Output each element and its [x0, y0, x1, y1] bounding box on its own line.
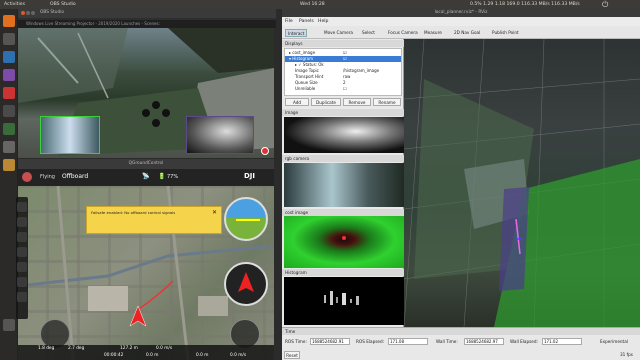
depth-thumbnail [186, 116, 254, 154]
pause-icon[interactable] [17, 262, 27, 272]
attitude-indicator [224, 197, 268, 241]
wall-elapsed-label: Wall Elapsed: [510, 339, 538, 344]
menu-file[interactable]: File [285, 17, 293, 26]
qgc-titlebar: QGroundControl [18, 159, 274, 169]
obs-icon[interactable] [3, 69, 15, 81]
qgc-tool-strip [16, 197, 28, 319]
app-icon[interactable] [3, 159, 15, 171]
status-rel-alt: 0.0 m [146, 353, 159, 358]
zoom-out-icon[interactable] [17, 292, 27, 302]
activities-button[interactable]: Activities [4, 0, 25, 9]
tool-2d-nav-goal[interactable]: 2D Nav Goal [452, 29, 482, 37]
rtl-icon[interactable] [17, 247, 27, 257]
flight-mode[interactable]: Offboard [62, 173, 88, 180]
histogram-image-view [284, 277, 404, 325]
qgc-instrument-bar: 1.8 deg 2.7 deg 127.2 m 0.0 m/s 00:00:42… [18, 345, 274, 360]
rgb-panel-title: rgb camera [282, 155, 404, 162]
rgb-thumbnail [40, 116, 100, 154]
menu-panels[interactable]: Panels [299, 17, 314, 26]
battery-icon[interactable]: 🔋 [158, 173, 165, 180]
top-bar: Activities OBS Studio Wed 16:28 0.5% 1.2… [0, 0, 640, 9]
compass [224, 262, 268, 306]
prop-unreliable[interactable]: Unreliable ☐ [285, 86, 407, 92]
ros-elapsed-field[interactable]: 171.08 [388, 338, 428, 345]
chrome-icon[interactable] [3, 15, 15, 27]
rviz-toolbar: Interact Move Camera Select Focus Camera… [282, 26, 640, 39]
menu-help[interactable]: Help [318, 17, 328, 26]
obs-titlebar: OBS Studio [18, 9, 276, 18]
qgc-window: Flying Offboard 📡 🔋 77% DJI [18, 169, 274, 360]
rviz-menubar: File Panels Help [282, 17, 640, 26]
settings-icon[interactable] [3, 141, 15, 153]
rgb-image-view [284, 163, 404, 207]
histogram-panel-title: Histogram [282, 269, 404, 276]
cost-panel-title: cost image [282, 209, 404, 216]
land-icon[interactable] [17, 232, 27, 242]
ros-time-field[interactable]: 1688524682.91 [310, 338, 350, 345]
depth-image-view [284, 117, 404, 153]
warning-text: Failsafe enabled: No offboard control si… [91, 210, 176, 215]
wall-time-label: Wall Time: [436, 339, 458, 344]
image-panel-title: Image [282, 109, 404, 116]
status-speed: 0.0 m/s [156, 346, 173, 351]
tool-interact[interactable]: Interact [285, 29, 308, 37]
reset-button[interactable]: Reset [284, 351, 300, 359]
apps-grid-icon[interactable] [3, 319, 15, 331]
brand-logo: DJI [244, 172, 256, 180]
tool-select[interactable]: Select [360, 29, 377, 37]
tool-measure[interactable]: Measure [422, 29, 444, 37]
status-gps-alt: 0.0 m [196, 353, 209, 358]
vscode-icon[interactable] [3, 51, 15, 63]
status-distance: 127.2 m [120, 346, 138, 351]
tool-focus-camera[interactable]: Focus Camera [386, 29, 420, 37]
scene-3d [404, 39, 640, 327]
remove-button[interactable]: Remove [343, 98, 371, 106]
plan-icon[interactable] [17, 202, 27, 212]
time-panel-title: Time [282, 328, 640, 335]
close-icon[interactable]: ✕ [212, 209, 217, 216]
gps-icon[interactable]: 📡 [142, 173, 149, 180]
ros-elapsed-label: ROS Elapsed: [356, 339, 385, 344]
fps-label: 31 fps [620, 352, 633, 357]
obs-window: OBS Studio Windows Live Streaming Projec… [18, 9, 276, 28]
qgc-logo-icon[interactable] [22, 172, 32, 182]
terminal-icon[interactable] [3, 33, 15, 45]
experimental-checkbox[interactable]: Experimental [600, 339, 628, 344]
app-menu[interactable]: OBS Studio [50, 0, 76, 9]
rviz-titlebar: local_planner.rviz* - RViz [282, 9, 640, 17]
obs-scene-bar: Windows Live Streaming Projector - 2019/… [18, 20, 276, 28]
obs-preview[interactable] [18, 28, 274, 158]
status-time: 00:00:42 [104, 353, 124, 358]
status-pitch: 2.7 deg [68, 346, 85, 351]
qgc-icon[interactable] [3, 87, 15, 99]
rename-button[interactable]: Rename [373, 98, 401, 106]
power-icon[interactable]: ⏻ [602, 0, 608, 9]
tool-move-camera[interactable]: Move Camera [322, 29, 355, 37]
duplicate-button[interactable]: Duplicate [311, 98, 341, 106]
rviz-icon[interactable] [3, 123, 15, 135]
files-icon[interactable] [3, 105, 15, 117]
tool-publish-point[interactable]: Publish Point [490, 29, 521, 37]
record-icon[interactable] [261, 147, 269, 155]
qgc-toolbar: Flying Offboard 📡 🔋 77% DJI [18, 169, 274, 186]
ros-time-label: ROS Time: [285, 339, 307, 344]
zoom-in-icon[interactable] [17, 277, 27, 287]
displays-title: Displays [282, 40, 404, 47]
flying-status[interactable]: Flying [40, 174, 55, 180]
battery-percent: 77% [167, 174, 179, 180]
clock[interactable]: Wed 16:28 [300, 0, 325, 9]
add-button[interactable]: Add [285, 98, 309, 106]
wall-time-field[interactable]: 1688524682.97 [464, 338, 504, 345]
net-stats: 0.5% 1.29 1.18 169.0 116.33 MB/s 116.33 … [470, 2, 580, 7]
takeoff-icon[interactable] [17, 217, 27, 227]
time-panel: Time ROS Time: 1688524682.91 ROS Elapsed… [282, 327, 640, 360]
status-climb: 0.0 m/s [230, 353, 247, 358]
cost-image-view [284, 216, 404, 268]
rviz-3d-viewport[interactable] [404, 39, 640, 327]
displays-tree[interactable]: ▸ cost_image ☑ ▾ Histogram ☑ ▸ ✓ Status:… [284, 48, 402, 96]
wall-elapsed-field[interactable]: 171.02 [542, 338, 582, 345]
status-roll: 1.8 deg [38, 346, 55, 351]
failsafe-warning: Failsafe enabled: No offboard control si… [86, 206, 222, 234]
